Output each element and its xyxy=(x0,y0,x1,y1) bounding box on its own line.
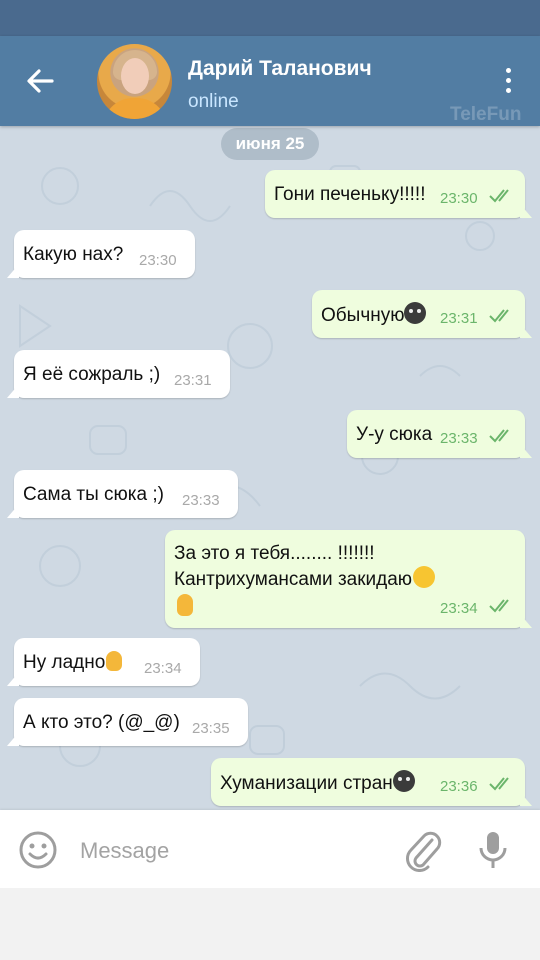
black-smiley-emoji xyxy=(404,302,427,324)
message-content: Обычную xyxy=(321,302,427,328)
emoji-button[interactable] xyxy=(18,830,58,870)
message-bubble-incoming[interactable]: А кто это? (@_@) 23:35 xyxy=(7,698,248,746)
message-text: Обычную xyxy=(321,305,405,326)
keyboard-area xyxy=(0,888,540,960)
date-badge: июня 25 xyxy=(221,128,319,160)
black-smiley-emoji xyxy=(392,770,415,792)
contact-name[interactable]: Дарий Таланович xyxy=(188,57,372,81)
message-text: Ну ладно xyxy=(23,652,106,673)
message-bubble-incoming[interactable]: Сама ты сюка ;) 23:33 xyxy=(7,470,238,518)
double-check-icon xyxy=(489,777,509,791)
avatar[interactable] xyxy=(97,44,172,119)
message-time: 23:33 xyxy=(182,492,220,509)
tears-of-joy-emoji xyxy=(413,566,436,588)
message-input[interactable] xyxy=(78,828,382,874)
message-text-line-1: За это я тебя........ !!!!!!! xyxy=(174,543,375,564)
message-text: Хуманизации стран xyxy=(220,773,393,794)
message-bubble-outgoing[interactable]: Обычную 23:31 xyxy=(312,290,532,338)
message-bubble-outgoing[interactable]: У-у сюка 23:33 xyxy=(347,410,532,458)
message-bubble-outgoing[interactable]: Хуманизации стран 23:36 xyxy=(211,758,532,806)
attach-button[interactable] xyxy=(402,828,442,872)
message-composer xyxy=(0,810,540,888)
message-content: Хуманизации стран xyxy=(220,770,415,796)
message-text: А кто это? (@_@) xyxy=(23,712,180,733)
ok-hand-emoji xyxy=(106,651,123,671)
message-time: 23:31 xyxy=(440,310,478,327)
smiley-icon xyxy=(19,831,57,869)
message-bubble-outgoing[interactable]: Гони печеньку!!!!! 23:30 xyxy=(265,170,532,218)
message-time: 23:34 xyxy=(440,600,478,617)
message-text: Какую нах? xyxy=(23,244,124,265)
message-time: 23:30 xyxy=(139,252,177,269)
message-time: 23:35 xyxy=(192,720,230,737)
ok-hand-emoji xyxy=(177,594,193,616)
status-bar xyxy=(0,0,540,36)
message-text: Сама ты сюка ;) xyxy=(23,484,164,505)
watermark: TeleFun xyxy=(450,104,522,125)
message-line-2: Кантрихумансами закидаю xyxy=(174,566,436,592)
message-content: За это я тебя........ !!!!!!! Кантрихума… xyxy=(174,541,436,616)
message-text-line-2: Кантрихумансами закидаю xyxy=(174,569,413,590)
message-bubble-incoming[interactable]: Какую нах? 23:30 xyxy=(7,230,195,278)
message-text: Гони печеньку!!!!! xyxy=(274,184,426,205)
back-button[interactable] xyxy=(22,65,58,97)
chat-header: Дарий Таланович online TeleFun xyxy=(0,36,540,126)
message-text: Я её сожраль ;) xyxy=(23,364,161,385)
message-bubble-incoming[interactable]: Ну ладно 23:34 xyxy=(7,638,200,686)
double-check-icon xyxy=(489,309,509,323)
message-text: У-у сюка xyxy=(356,424,433,445)
message-time: 23:36 xyxy=(440,778,478,795)
more-menu-button[interactable] xyxy=(496,66,520,98)
message-bubble-outgoing[interactable]: За это я тебя........ !!!!!!! Кантрихума… xyxy=(165,530,532,628)
double-check-icon xyxy=(489,189,509,203)
double-check-icon xyxy=(489,599,509,613)
double-check-icon xyxy=(489,429,509,443)
message-time: 23:33 xyxy=(440,430,478,447)
arrow-back-icon xyxy=(27,69,54,93)
message-time: 23:31 xyxy=(174,372,212,389)
message-time: 23:34 xyxy=(144,660,182,677)
message-content: Ну ладно xyxy=(23,650,123,675)
voice-record-button[interactable] xyxy=(476,828,510,872)
contact-status: online xyxy=(188,91,239,112)
chat-area: июня 25 Гони печеньку!!!!! 23:30 Какую н… xyxy=(0,126,540,810)
microphone-icon xyxy=(479,832,507,868)
message-bubble-incoming[interactable]: Я её сожраль ;) 23:31 xyxy=(7,350,230,398)
more-vertical-icon xyxy=(496,68,520,93)
paperclip-icon xyxy=(406,831,442,872)
message-time: 23:30 xyxy=(440,190,478,207)
